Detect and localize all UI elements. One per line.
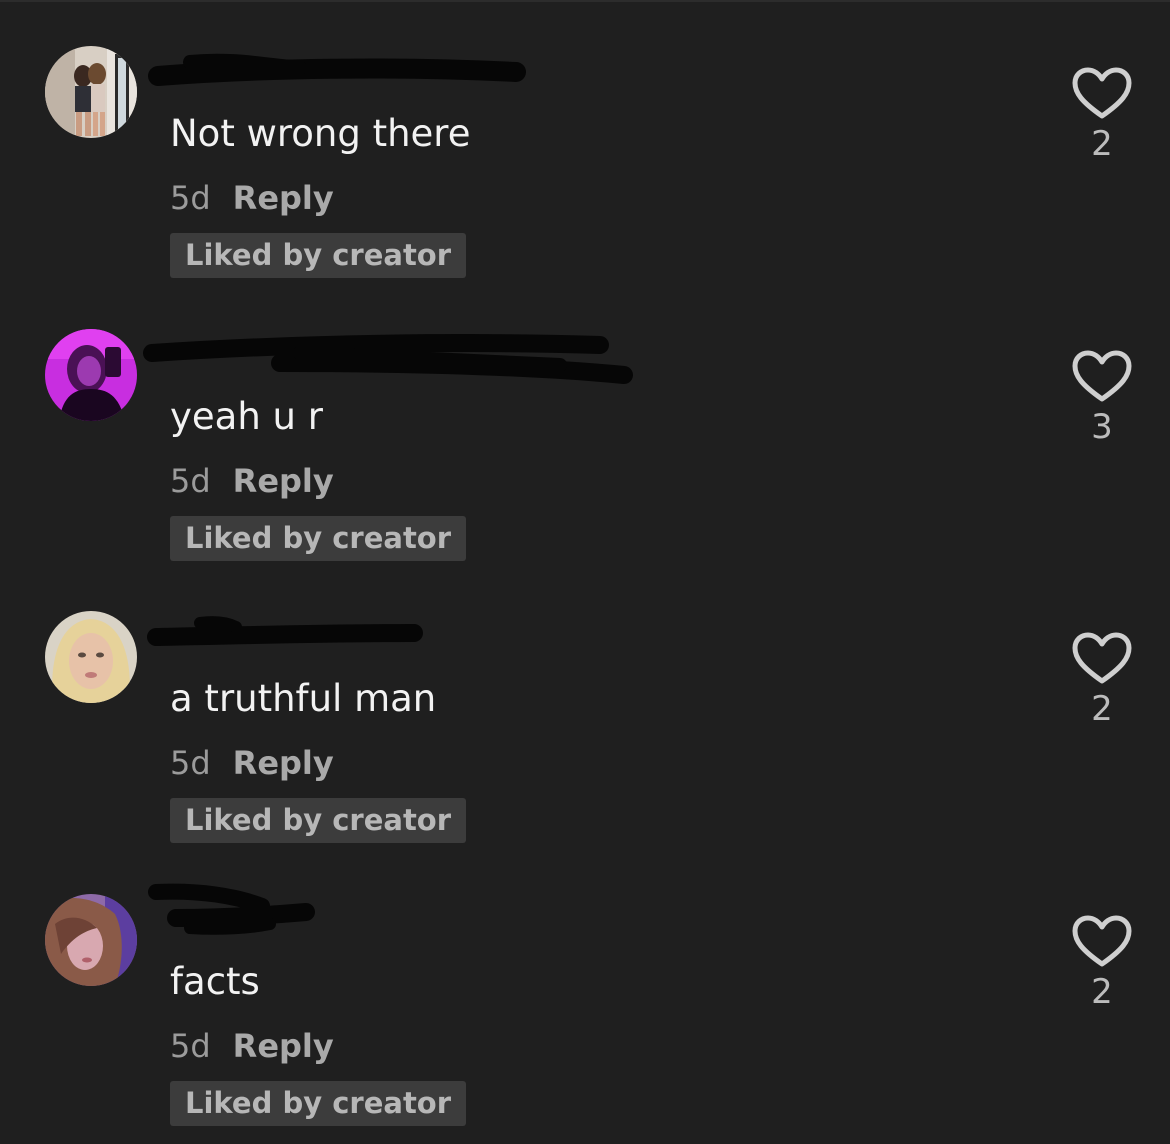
heart-outline-icon[interactable] bbox=[1070, 349, 1134, 405]
comment-meta: 5d Reply bbox=[170, 1024, 334, 1068]
like-group: 2 bbox=[1070, 631, 1134, 729]
liked-by-creator-badge: Liked by creator bbox=[170, 516, 467, 561]
reply-button[interactable]: Reply bbox=[233, 179, 334, 217]
comment-item: yeah u r 5d Reply Liked by creator 3 bbox=[0, 283, 1170, 565]
comment-text: facts bbox=[170, 960, 260, 1003]
like-count: 2 bbox=[1091, 124, 1113, 164]
like-count: 2 bbox=[1091, 689, 1113, 729]
reply-button[interactable]: Reply bbox=[233, 1027, 334, 1065]
comment-text: yeah u r bbox=[170, 395, 323, 438]
comment-item: Not wrong there 5d Reply Liked by creator… bbox=[0, 0, 1170, 282]
comment-age: 5d bbox=[170, 1027, 211, 1065]
like-count: 2 bbox=[1091, 972, 1113, 1012]
like-group: 2 bbox=[1070, 66, 1134, 164]
liked-by-creator-badge: Liked by creator bbox=[170, 798, 467, 843]
comment-item: a truthful man 5d Reply Liked by creator … bbox=[0, 565, 1170, 847]
username-redaction bbox=[148, 883, 315, 935]
heart-outline-icon[interactable] bbox=[1070, 66, 1134, 122]
reply-button[interactable]: Reply bbox=[233, 744, 334, 782]
comment-item: facts 5d Reply Liked by creator 2 bbox=[0, 848, 1170, 1130]
comment-text: Not wrong there bbox=[170, 112, 471, 155]
comment-age: 5d bbox=[170, 744, 211, 782]
username-redaction bbox=[143, 334, 633, 384]
comment-meta: 5d Reply bbox=[170, 741, 334, 785]
reply-button[interactable]: Reply bbox=[233, 462, 334, 500]
liked-by-creator-badge: Liked by creator bbox=[170, 1081, 467, 1126]
username-redaction bbox=[148, 53, 526, 86]
comment-age: 5d bbox=[170, 179, 211, 217]
heart-outline-icon[interactable] bbox=[1070, 914, 1134, 970]
comment-text: a truthful man bbox=[170, 677, 437, 720]
username-redaction bbox=[147, 616, 423, 646]
comment-age: 5d bbox=[170, 462, 211, 500]
like-count: 3 bbox=[1091, 407, 1113, 447]
liked-by-creator-badge: Liked by creator bbox=[170, 233, 467, 278]
like-group: 2 bbox=[1070, 914, 1134, 1012]
comment-meta: 5d Reply bbox=[170, 176, 334, 220]
like-group: 3 bbox=[1070, 349, 1134, 447]
heart-outline-icon[interactable] bbox=[1070, 631, 1134, 687]
comment-meta: 5d Reply bbox=[170, 459, 334, 503]
